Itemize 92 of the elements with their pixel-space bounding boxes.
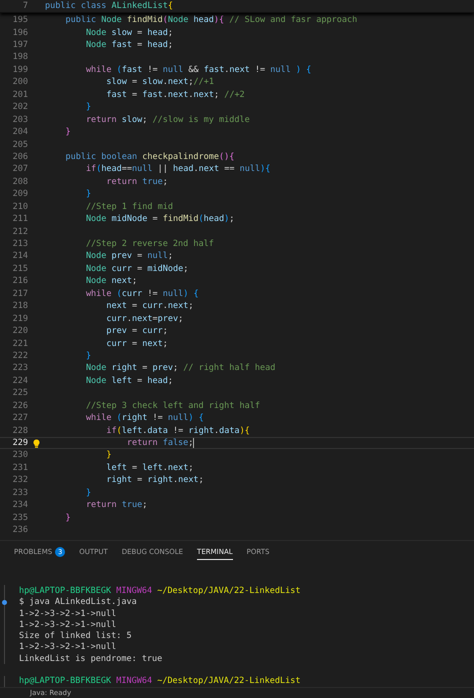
code-line: //Step 2 reverse 2nd half	[84, 239, 214, 250]
line-number: 228	[12, 426, 28, 436]
line-number: 199	[12, 64, 28, 75]
line-number: 222	[12, 350, 28, 361]
line-number: 226	[12, 400, 28, 411]
code-line: right = right.next;	[105, 475, 204, 486]
line-number: 205	[12, 140, 28, 150]
line-number: 196	[12, 28, 28, 38]
line-number: 216	[12, 276, 28, 286]
code-line: public Node findMid(Node head){ // SLow and fasr approach	[64, 15, 358, 26]
line-number: 235	[12, 512, 28, 523]
line-number: 214	[12, 251, 28, 262]
line-number: 211	[12, 214, 28, 224]
sticky-code-line: public class ALinkedList{	[45, 0, 173, 11]
line-number: 7	[22, 0, 28, 11]
code-line: next = curr.next;	[105, 301, 194, 312]
code-line: }	[84, 189, 92, 200]
code-line: }	[84, 102, 92, 112]
terminal-prompt: hp@LAPTOP-BBFKBEGK MINGW64 ~/Desktop/JAVA/22-LinkedList	[19, 676, 300, 686]
code-line: prev = curr;	[105, 326, 168, 336]
text-cursor	[193, 438, 194, 448]
line-number: 201	[12, 90, 28, 100]
code-line: }	[64, 512, 71, 523]
code-line: Node fast = head;	[84, 40, 173, 50]
line-number: 219	[12, 314, 28, 324]
line-number: 217	[12, 288, 28, 299]
code-line: }	[84, 350, 92, 361]
line-number: 207	[12, 164, 28, 174]
line-number: 210	[12, 202, 28, 212]
code-line: }	[84, 488, 92, 498]
code-line: return slow; //slow is my middle	[84, 114, 250, 125]
code-line: return false;	[126, 438, 194, 448]
code-line: Node right = prev; // right half head	[84, 363, 276, 374]
line-number: 209	[12, 189, 28, 200]
code-line: Node next;	[84, 276, 138, 286]
code-line: slow = slow.next;//+1	[105, 77, 214, 88]
line-number: 225	[12, 388, 28, 398]
terminal-prompt: hp@LAPTOP-BBFKBEGK MINGW64 ~/Desktop/JAVA/22-LinkedList	[19, 586, 300, 596]
line-number: 230	[12, 450, 28, 460]
line-number: 200	[12, 77, 28, 88]
line-number: 197	[12, 40, 28, 50]
line-number: 234	[12, 500, 28, 510]
code-line: curr = next;	[105, 338, 168, 349]
code-line: }	[105, 450, 112, 460]
code-line: }	[64, 127, 71, 138]
code-line: Node slow = head;	[84, 28, 173, 38]
line-number: 232	[12, 475, 28, 486]
line-number: 227	[12, 413, 28, 424]
code-line: Node left = head;	[84, 376, 173, 386]
line-number: 220	[12, 326, 28, 336]
line-number: 236	[12, 525, 28, 536]
terminal-command: $ java ALinkedList.java	[19, 597, 137, 608]
code-line: if(left.data != right.data){	[105, 426, 250, 436]
code-line: Node midNode = findMid(head);	[84, 214, 234, 224]
code-line: fast = fast.next.next; //+2	[105, 90, 245, 100]
code-line: //Step 3 check left and right half	[84, 400, 260, 411]
code-line: while (fast != null && fast.next != null ) {	[84, 64, 312, 75]
code-line: left = left.next;	[105, 462, 194, 473]
code-line: return true;	[105, 176, 168, 187]
code-line: while (right != null) {	[84, 413, 204, 424]
code-line: //Step 1 find mid	[84, 202, 173, 212]
code-line: curr.next=prev;	[105, 314, 184, 324]
line-number: 213	[12, 239, 28, 250]
line-number: 204	[12, 127, 28, 138]
code-line: public boolean checkpalindrome(){	[64, 152, 234, 162]
line-number: 206	[12, 152, 28, 162]
terminal-output: 1->2->3->2->1->null	[19, 620, 116, 630]
terminal-output: 1->2->3->2->1->null	[19, 608, 116, 619]
line-number: 223	[12, 363, 28, 374]
line-number: 231	[12, 462, 28, 473]
terminal-output: 1->2->3->2->1->null	[19, 642, 116, 652]
code-line: if(head==null || head.next == null){	[84, 164, 270, 174]
line-number: 218	[12, 301, 28, 312]
line-number: 202	[12, 102, 28, 112]
command-status-icon[interactable]	[2, 600, 7, 605]
code-line: while (curr != null) {	[84, 288, 199, 299]
terminal-output: Size of linked list: 5	[19, 631, 132, 642]
terminal-output: LinkedList is pendrome: true	[19, 654, 162, 664]
line-number: 221	[12, 338, 28, 349]
line-number: 212	[12, 226, 28, 237]
line-number: 203	[12, 114, 28, 125]
line-number: 215	[12, 264, 28, 274]
code-line: return true;	[84, 500, 148, 510]
line-number: 198	[12, 52, 28, 62]
code-line: Node prev = null;	[84, 251, 173, 262]
line-number: 195	[12, 15, 28, 26]
line-number: 233	[12, 488, 28, 498]
line-number: 224	[12, 376, 28, 386]
lightbulb-icon[interactable]	[33, 438, 40, 448]
code-line: Node curr = midNode;	[84, 264, 188, 274]
line-number: 229	[12, 438, 28, 448]
line-number: 208	[12, 176, 28, 187]
